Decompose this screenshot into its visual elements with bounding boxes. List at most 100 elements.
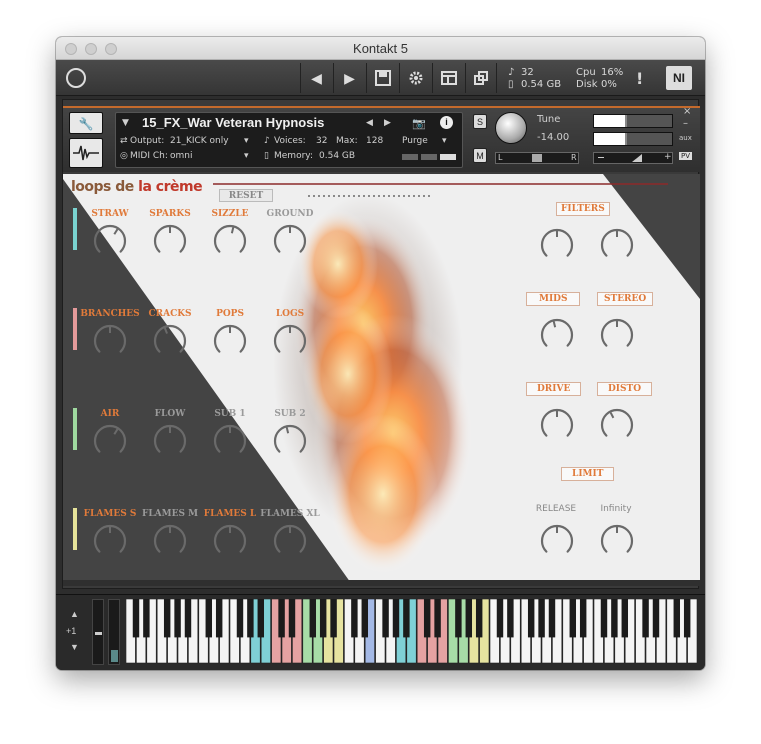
disto-knob[interactable] xyxy=(598,406,636,444)
midi-channel-select[interactable]: omni xyxy=(170,151,192,161)
piano-keyboard[interactable] xyxy=(126,599,699,667)
close-window-button[interactable] xyxy=(65,43,77,55)
black-key xyxy=(351,599,358,638)
close-instrument-icon[interactable]: × xyxy=(683,106,691,117)
sparks-knob[interactable] xyxy=(151,222,189,260)
black-key xyxy=(600,599,608,638)
black-key xyxy=(382,599,389,638)
pitch-wheel[interactable] xyxy=(92,599,104,665)
ground-knob[interactable] xyxy=(271,222,309,260)
sub2-knob[interactable] xyxy=(271,422,309,460)
flames-s-knob[interactable] xyxy=(91,522,129,560)
black-key xyxy=(215,599,223,638)
black-key xyxy=(257,599,265,638)
flames-l-knob[interactable] xyxy=(211,522,249,560)
mids-knob[interactable] xyxy=(538,316,576,354)
filter-a-knob[interactable] xyxy=(538,226,576,264)
black-key xyxy=(611,599,618,638)
sizzle-knob[interactable] xyxy=(211,222,249,260)
black-key xyxy=(465,599,473,638)
gear-icon[interactable] xyxy=(399,63,431,93)
release-knob[interactable] xyxy=(538,522,576,560)
midi-dropdown-icon[interactable]: ▾ xyxy=(244,151,249,161)
disk-value: 0% xyxy=(601,79,617,90)
minimize-view-icon[interactable] xyxy=(465,63,497,93)
prev-instrument-button[interactable]: ◀ xyxy=(300,63,332,93)
pan-slider[interactable]: L R xyxy=(495,152,579,164)
mod-wheel[interactable] xyxy=(108,599,120,665)
black-key xyxy=(683,599,691,638)
cracks-knob[interactable] xyxy=(151,322,189,360)
black-key xyxy=(507,599,514,638)
camera-icon[interactable]: 📷 xyxy=(412,117,426,130)
logs-knob[interactable] xyxy=(271,322,309,360)
view-layout-icon[interactable] xyxy=(432,63,464,93)
drive-knob[interactable] xyxy=(538,406,576,444)
instrument-prev-icon[interactable]: ◀ xyxy=(366,118,373,128)
save-icon[interactable] xyxy=(366,63,398,93)
tune-value[interactable]: -14.00 xyxy=(537,132,569,143)
midi-icon: ◎ xyxy=(120,151,128,161)
volume-plus-icon[interactable]: + xyxy=(664,152,672,162)
volume-minus-icon[interactable] xyxy=(598,157,604,158)
straw-knob[interactable] xyxy=(91,222,129,260)
sub1-knob[interactable] xyxy=(211,422,249,460)
black-key xyxy=(569,599,577,638)
black-key xyxy=(309,599,317,638)
instrument-name[interactable]: 15_FX_War Veteran Hypnosis xyxy=(142,115,324,130)
kontakt-logo-icon[interactable] xyxy=(66,68,86,88)
voices-icon: ♪ xyxy=(508,67,515,78)
octave-up-icon[interactable]: ▲ xyxy=(70,609,79,619)
stereo-knob[interactable] xyxy=(598,316,636,354)
flow-knob[interactable] xyxy=(151,422,189,460)
kontakt-window: Kontakt 5 ◀ ▶ ♪ 32 ▯ 0.54 GB Cpu 16% Dis… xyxy=(56,37,705,670)
pops-knob[interactable] xyxy=(211,322,249,360)
volume-handle[interactable] xyxy=(632,154,642,162)
solo-button[interactable]: S xyxy=(473,114,487,129)
air-knob[interactable] xyxy=(91,422,129,460)
black-key xyxy=(288,599,296,638)
purge-dropdown-icon[interactable]: ▾ xyxy=(442,136,447,146)
midi-label: MIDI Ch: xyxy=(130,151,168,161)
flames-xl-label: FLAMES XL xyxy=(260,509,320,519)
toolbar-voices: 32 xyxy=(521,67,534,78)
pan-handle[interactable] xyxy=(532,154,542,162)
volume-slider[interactable]: + xyxy=(593,152,673,164)
branches-knob[interactable] xyxy=(91,322,129,360)
memory-icon-inst: ▯ xyxy=(264,151,269,161)
purge-button[interactable]: Purge xyxy=(402,136,428,146)
pv-button[interactable]: PV xyxy=(679,152,693,160)
flames-xl-knob[interactable] xyxy=(271,522,309,560)
ground-label: GROUND xyxy=(266,209,314,219)
instrument-menu-icon[interactable]: ▼ xyxy=(122,118,129,128)
waveform-icon[interactable] xyxy=(69,138,103,168)
instrument-next-icon[interactable]: ▶ xyxy=(384,118,391,128)
ni-logo-button[interactable]: NI xyxy=(666,66,692,90)
minimize-instrument-icon[interactable]: – xyxy=(683,118,688,129)
output-select[interactable]: 21_KICK only xyxy=(170,136,229,146)
zoom-window-button[interactable] xyxy=(105,43,117,55)
mute-button[interactable]: M xyxy=(473,148,487,163)
max-voices-value[interactable]: 128 xyxy=(366,136,383,146)
wrench-icon[interactable]: 🔧 xyxy=(69,112,103,134)
title-bar: Kontakt 5 xyxy=(56,37,705,60)
black-key xyxy=(236,599,244,638)
output-icon: ⇄ xyxy=(120,136,128,146)
black-key xyxy=(652,599,660,638)
next-instrument-button[interactable]: ▶ xyxy=(333,63,365,93)
black-key xyxy=(496,599,504,638)
pan-left-label: L xyxy=(498,153,503,162)
aux-button[interactable]: aux xyxy=(679,134,692,142)
flames-m-knob[interactable] xyxy=(151,522,189,560)
reset-button[interactable]: RESET xyxy=(219,189,273,202)
tune-knob[interactable] xyxy=(495,112,527,144)
info-icon[interactable]: i xyxy=(440,116,453,129)
minimize-window-button[interactable] xyxy=(85,43,97,55)
black-key xyxy=(475,599,483,638)
output-dropdown-icon[interactable]: ▾ xyxy=(244,136,249,146)
octave-down-icon[interactable]: ▼ xyxy=(70,642,79,652)
infinity-knob[interactable] xyxy=(598,522,636,560)
warning-icon[interactable]: ! xyxy=(636,69,643,88)
filter-b-knob[interactable] xyxy=(598,226,636,264)
stereo-label: STEREO xyxy=(597,292,654,306)
